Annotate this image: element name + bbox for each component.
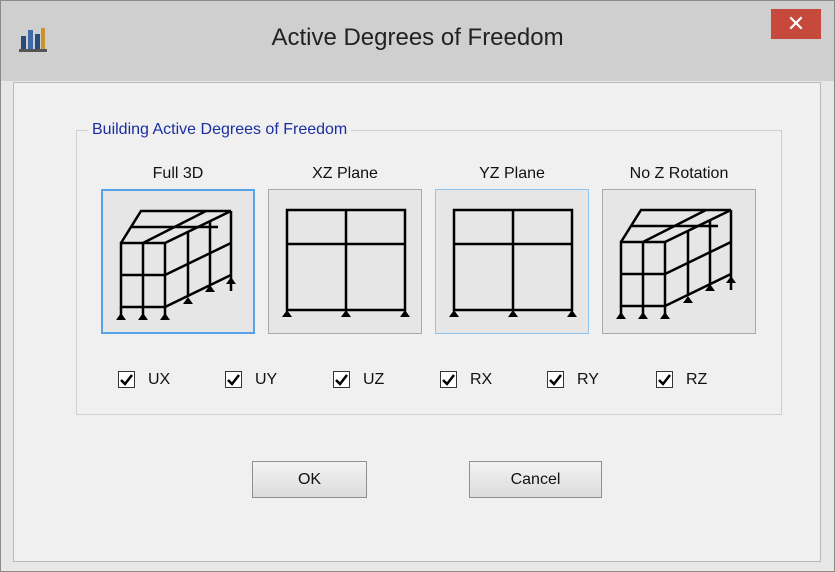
title-bar[interactable]: Active Degrees of Freedom ✕ [1, 1, 834, 81]
dialog-window: Active Degrees of Freedom ✕ Building Act… [0, 0, 835, 572]
yz-plane-button[interactable] [435, 189, 589, 334]
checkmark-icon [658, 374, 671, 386]
checkbox-label: UY [255, 371, 278, 388]
checkbox-label: UZ [363, 371, 385, 388]
close-button[interactable]: ✕ [771, 9, 821, 39]
checkbox-label: RZ [686, 371, 708, 388]
cancel-button[interactable]: Cancel [469, 461, 602, 498]
option-label-no-z-rotation: No Z Rotation [629, 165, 729, 182]
checkbox-box[interactable] [547, 371, 564, 388]
3d-frame-icon [116, 209, 236, 320]
no-z-rotation-button[interactable] [602, 189, 756, 334]
option-label-yz-plane: YZ Plane [479, 165, 545, 182]
dialog-body: Building Active Degrees of Freedom Full … [13, 82, 821, 562]
checkbox-box[interactable] [440, 371, 457, 388]
checkbox-label: RY [577, 371, 599, 388]
checkbox-box[interactable] [656, 371, 673, 388]
checkbox-box[interactable] [225, 371, 242, 388]
3d-frame-icon [616, 208, 736, 319]
checkbox-box[interactable] [118, 371, 135, 388]
full-3d-button[interactable] [101, 189, 255, 334]
option-label-xz-plane: XZ Plane [312, 165, 378, 182]
checkbox-label: RX [470, 371, 493, 388]
checkmark-icon [442, 374, 455, 386]
option-label-full-3d: Full 3D [152, 165, 204, 182]
checkmark-icon [227, 374, 240, 386]
group-label: Building Active Degrees of Freedom [88, 121, 352, 139]
ok-button[interactable]: OK [252, 461, 367, 498]
window-title: Active Degrees of Freedom [271, 24, 564, 51]
checkmark-icon [335, 374, 348, 386]
checkmark-icon [120, 374, 133, 386]
close-icon: ✕ [786, 11, 806, 36]
xz-plane-button[interactable] [268, 189, 422, 334]
plane-frame-icon [282, 208, 410, 317]
checkbox-label: UX [148, 371, 171, 388]
plane-frame-icon [449, 208, 577, 317]
checkbox-box[interactable] [333, 371, 350, 388]
checkmark-icon [549, 374, 562, 386]
